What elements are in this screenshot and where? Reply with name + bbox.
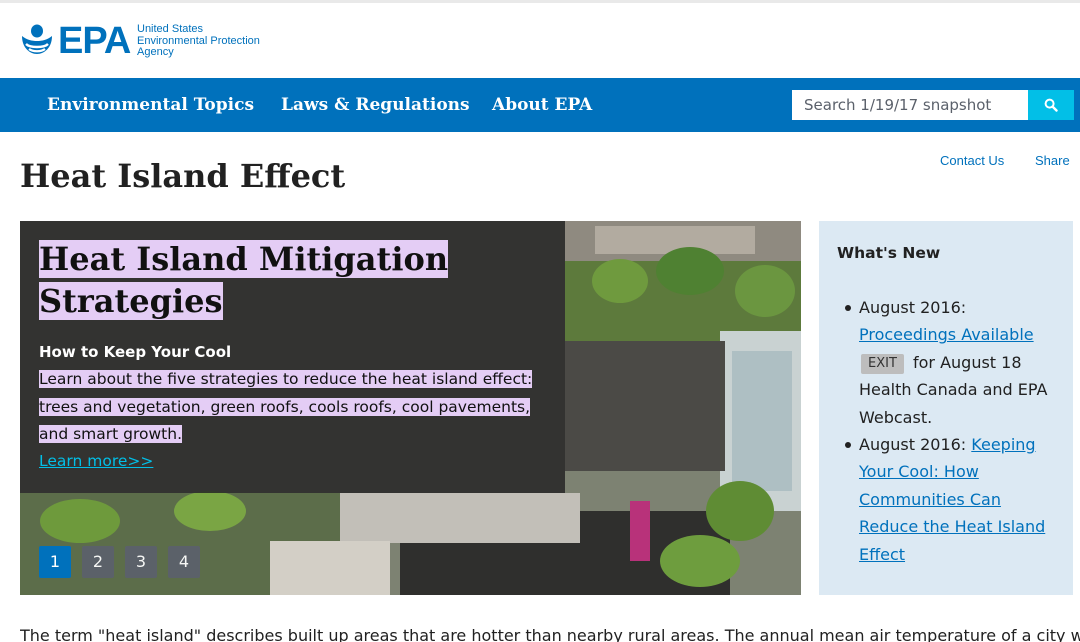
sidebar-title: What's New	[837, 244, 941, 262]
exit-badge[interactable]: EXIT	[861, 353, 904, 374]
hero-carousel: Heat Island Mitigation Strategies How to…	[20, 221, 801, 595]
contact-us-link[interactable]: Contact Us	[940, 153, 1004, 168]
nav-environmental-topics[interactable]: Environmental Topics	[47, 94, 254, 116]
carousel-page-3[interactable]: 3	[125, 546, 157, 578]
share-link[interactable]: Share	[1035, 153, 1070, 168]
whats-new-sidebar: What's New August 2016: Proceedings Avai…	[819, 221, 1073, 595]
intro-paragraph: The term "heat island" describes built u…	[20, 626, 1080, 642]
proceedings-link[interactable]: Proceedings Available	[859, 325, 1034, 344]
carousel-page-4[interactable]: 4	[168, 546, 200, 578]
search-icon	[1044, 98, 1058, 112]
page-title: Heat Island Effect	[20, 157, 346, 195]
epa-flower-icon	[22, 24, 52, 54]
nav-laws-regulations[interactable]: Laws & Regulations	[281, 94, 470, 116]
news-item: August 2016: Keeping Your Cool: How Comm…	[845, 431, 1059, 568]
news-date: August 2016:	[859, 298, 967, 317]
nav-about-epa[interactable]: About EPA	[492, 94, 592, 116]
news-item: August 2016: Proceedings Available EXIT …	[845, 294, 1059, 431]
logo-wordmark: EPA	[58, 20, 131, 62]
search-input[interactable]	[792, 90, 1028, 120]
carousel-page-1[interactable]: 1	[39, 546, 71, 578]
hero-subtitle: How to Keep Your Cool	[39, 343, 232, 361]
hero-title: Heat Island Mitigation Strategies	[39, 238, 539, 322]
epa-logo[interactable]: EPA	[20, 20, 131, 62]
learn-more-link[interactable]: Learn more>>	[39, 450, 153, 472]
top-border	[0, 0, 1080, 3]
hero-description: Learn about the five strategies to reduc…	[39, 366, 554, 449]
search-button[interactable]	[1028, 90, 1074, 120]
news-date: August 2016:	[859, 435, 972, 454]
hero-description-text: Learn about the five strategies to reduc…	[39, 370, 533, 443]
keeping-cool-link[interactable]: Keeping Your Cool: How Communities Can R…	[859, 435, 1045, 564]
hero-title-text: Heat Island Mitigation Strategies	[39, 240, 449, 320]
agency-line: Agency	[137, 46, 174, 58]
agency-name: United States Environmental Protection A…	[137, 23, 260, 59]
agency-line: United States	[137, 23, 204, 35]
carousel-page-2[interactable]: 2	[82, 546, 114, 578]
